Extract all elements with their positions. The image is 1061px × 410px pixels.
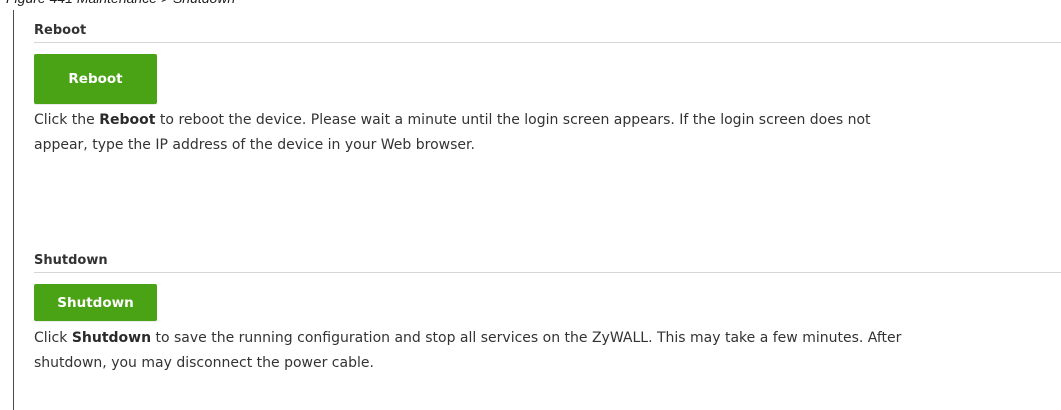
- reboot-desc-bold: Reboot: [99, 112, 156, 128]
- reboot-section: Reboot Reboot Click the Reboot to reboot…: [34, 20, 1061, 158]
- figure-caption: Figure 441 Maintenance > Shutdown: [0, 0, 1061, 8]
- reboot-desc-line1: to reboot the device. Please wait a minu…: [155, 112, 871, 128]
- shutdown-desc-line1: to save the running configuration and st…: [151, 330, 902, 346]
- shutdown-desc-bold: Shutdown: [71, 330, 152, 346]
- shutdown-section: Shutdown Shutdown Click Shutdown to save…: [34, 250, 1061, 376]
- reboot-desc-prefix: Click the: [34, 112, 100, 128]
- reboot-description: Click the Reboot to reboot the device. P…: [34, 108, 1061, 158]
- maintenance-panel: Reboot Reboot Click the Reboot to reboot…: [13, 10, 1061, 410]
- reboot-button[interactable]: Reboot: [34, 54, 157, 104]
- shutdown-button[interactable]: Shutdown: [34, 284, 157, 321]
- reboot-desc-line2: appear, type the IP address of the devic…: [34, 137, 475, 153]
- shutdown-section-title: Shutdown: [34, 250, 1061, 273]
- shutdown-description: Click Shutdown to save the running confi…: [34, 326, 1061, 376]
- shutdown-desc-prefix: Click: [34, 330, 72, 346]
- shutdown-desc-line2: shutdown, you may disconnect the power c…: [34, 355, 374, 371]
- reboot-section-title: Reboot: [34, 20, 1061, 43]
